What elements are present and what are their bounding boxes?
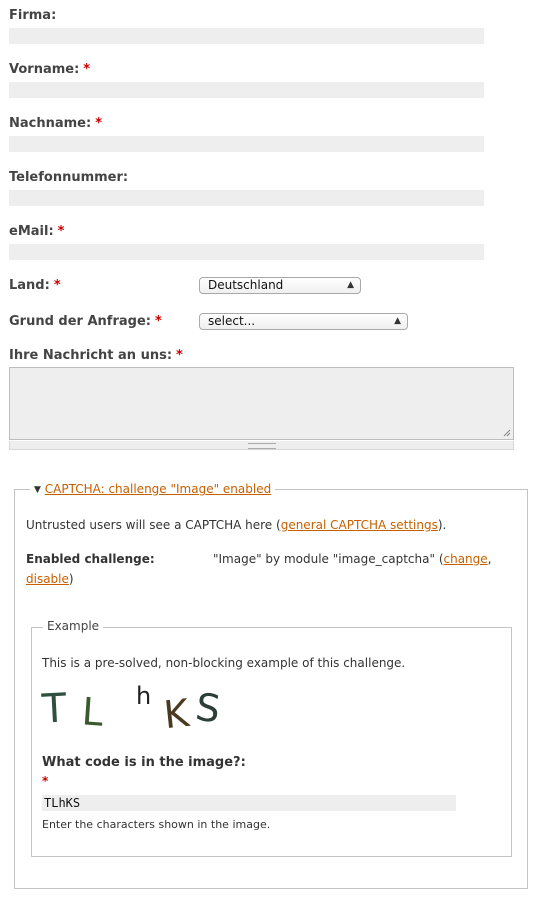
- firma-label: Firma:: [9, 8, 57, 23]
- grund-select[interactable]: select... ▲︎: [199, 313, 408, 330]
- nachricht-textarea[interactable]: [9, 367, 514, 440]
- captcha-legend-link[interactable]: CAPTCHA: challenge "Image" enabled: [45, 482, 271, 496]
- disable-line: disable): [26, 572, 74, 586]
- nachricht-label: Ihre Nachricht an uns: *: [9, 348, 183, 363]
- required-marker: *: [95, 116, 103, 131]
- example-legend: Example: [43, 619, 104, 633]
- untrusted-text: Untrusted users will see a CAPTCHA here …: [26, 518, 447, 532]
- land-select-value: Deutschland: [208, 278, 284, 292]
- required-marker: *: [176, 348, 183, 363]
- example-description: This is a pre-solved, non-blocking examp…: [42, 656, 406, 670]
- land-label: Land: *: [9, 278, 61, 293]
- textarea-resize-grip[interactable]: [9, 441, 514, 450]
- required-marker: *: [57, 224, 65, 239]
- required-marker: *: [154, 314, 162, 329]
- grip-icon: [248, 443, 276, 449]
- required-marker: *: [53, 278, 61, 293]
- required-marker: *: [42, 774, 49, 788]
- collapse-triangle-icon[interactable]: ▼︎: [34, 485, 41, 495]
- captcha-settings-link[interactable]: general CAPTCHA settings: [281, 518, 438, 532]
- captcha-image: T L h K S: [40, 682, 232, 737]
- telefon-label: Telefonnummer:: [9, 170, 129, 185]
- select-arrows-icon: ▲︎: [347, 280, 354, 290]
- enabled-challenge-value: "Image" by module "image_captcha" (chang…: [213, 552, 492, 566]
- grund-select-value: select...: [208, 314, 256, 328]
- vorname-label: Vorname: *: [9, 62, 91, 77]
- captcha-question: What code is in the image?:: [42, 755, 246, 770]
- captcha-char: L: [80, 689, 105, 735]
- captcha-char: K: [161, 690, 192, 738]
- land-select[interactable]: Deutschland ▲︎: [199, 277, 361, 294]
- disable-link[interactable]: disable: [26, 572, 69, 586]
- enabled-challenge-label: Enabled challenge:: [26, 552, 155, 566]
- firma-input[interactable]: [9, 28, 484, 44]
- grund-label: Grund der Anfrage: *: [9, 314, 162, 329]
- email-input[interactable]: [9, 244, 484, 260]
- resize-corner-icon[interactable]: [503, 429, 511, 437]
- select-arrows-icon: ▲︎: [394, 316, 401, 326]
- captcha-char: h: [136, 682, 152, 710]
- captcha-answer-input[interactable]: TLhKS: [42, 795, 456, 811]
- change-link[interactable]: change: [444, 552, 488, 566]
- required-marker: *: [83, 62, 91, 77]
- captcha-legend[interactable]: ▼︎ CAPTCHA: challenge "Image" enabled: [30, 482, 276, 496]
- nachname-label: Nachname: *: [9, 116, 103, 131]
- vorname-input[interactable]: [9, 82, 484, 98]
- telefon-input[interactable]: [9, 190, 484, 206]
- captcha-help-text: Enter the characters shown in the image.: [42, 818, 271, 831]
- nachname-input[interactable]: [9, 136, 484, 152]
- email-label: eMail: *: [9, 224, 65, 239]
- captcha-char: S: [193, 684, 224, 732]
- captcha-char: T: [40, 685, 68, 733]
